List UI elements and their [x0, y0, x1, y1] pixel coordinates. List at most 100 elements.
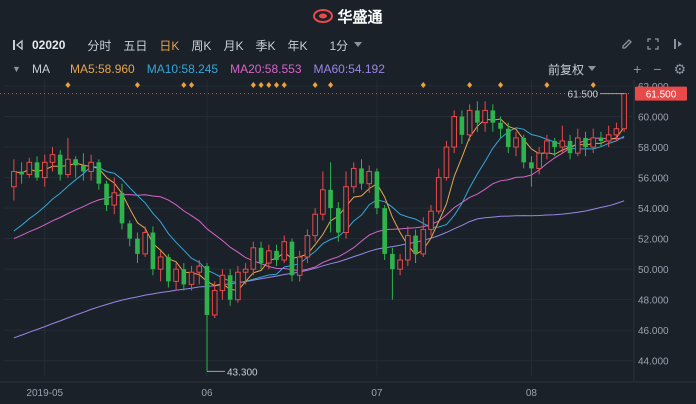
candle-body	[590, 137, 597, 148]
y-tick-label: 46.000	[638, 326, 669, 337]
app-header: 华盛通	[0, 0, 696, 32]
minus-icon[interactable]: −	[653, 61, 661, 78]
y-tick-label: 48.000	[638, 296, 669, 307]
y-tick-label: 44.000	[638, 357, 669, 368]
candle-body	[428, 210, 434, 230]
candle-body	[350, 167, 357, 188]
y-tick-label: 60.000	[638, 113, 669, 124]
candle-body	[41, 161, 48, 179]
candle-body	[235, 271, 241, 301]
candle-body	[505, 128, 511, 148]
stock-chart-window: 华盛通 02020 分时 五日 日K 周K 月K 季K 年K 1分 ▼ MA M…	[0, 0, 696, 404]
candle-body	[382, 208, 387, 254]
toolbar-right-icons	[620, 37, 686, 51]
minute-label: 1分	[329, 38, 349, 53]
split-view-icon[interactable]	[672, 37, 686, 51]
candle-body	[359, 168, 364, 184]
candle-body	[536, 152, 542, 169]
ma-indicator-bar: ▼ MA MA5:58.960 MA10:58.245 MA20:58.553 …	[0, 58, 696, 80]
candle-body	[559, 140, 566, 148]
tab-weekly-k[interactable]: 周K	[191, 37, 211, 54]
candle-body	[397, 259, 403, 270]
candle-body	[521, 137, 527, 163]
candle-body	[513, 137, 519, 148]
ma-label[interactable]: MA	[32, 62, 50, 76]
minute-dropdown[interactable]: 1分	[329, 37, 363, 54]
x-tick-label: 2019-05	[26, 388, 63, 399]
y-tick-label: 52.000	[638, 235, 669, 246]
x-tick-label: 06	[201, 388, 213, 399]
x-tick-label: 08	[526, 388, 538, 399]
candle-body	[583, 137, 588, 148]
candle-body	[150, 232, 156, 270]
low-price-label: 43.300	[227, 367, 258, 378]
candle-body	[613, 128, 620, 136]
candle-body	[320, 189, 326, 215]
candle-body	[49, 154, 56, 163]
candle-body	[343, 186, 349, 234]
candlestick-chart[interactable]: 62.00060.00058.00056.00054.00052.00050.0…	[0, 80, 696, 404]
settings-icon[interactable]: ⚙	[673, 61, 686, 78]
candle-body	[281, 241, 288, 261]
candle-body	[482, 109, 488, 124]
candle-body	[413, 235, 418, 254]
candle-body	[173, 268, 179, 282]
tab-daily-k[interactable]: 日K	[159, 37, 179, 54]
candle-body	[490, 110, 496, 123]
candle-body	[142, 232, 149, 255]
candle-body	[19, 171, 24, 175]
candle-body	[96, 162, 102, 184]
stock-symbol: 02020	[32, 38, 66, 52]
high-price-label: 61.500	[568, 90, 599, 101]
y-tick-label: 58.000	[638, 143, 669, 154]
candle-body	[166, 256, 171, 282]
candle-body	[335, 208, 341, 233]
candle-body	[111, 192, 118, 206]
candle-body	[157, 256, 164, 270]
candle-body	[544, 140, 550, 154]
plus-icon[interactable]: +	[633, 61, 641, 78]
candle-body	[459, 116, 465, 135]
collapse-sidebar-icon[interactable]	[12, 38, 26, 52]
candle-body	[104, 183, 109, 206]
adjust-dropdown[interactable]: 前复权	[548, 61, 597, 78]
candle-body	[135, 238, 140, 254]
candle-body	[366, 170, 373, 185]
candle-body	[529, 162, 534, 169]
collapse-triangle-icon[interactable]: ▼	[12, 64, 22, 74]
candle-body	[605, 134, 612, 142]
candle-body	[65, 158, 71, 176]
candle-body	[73, 159, 78, 166]
ma20-value: MA20:58.553	[230, 62, 302, 76]
candle-body	[435, 177, 442, 212]
zoom-tools: + − ⚙	[633, 61, 686, 78]
tab-five-day[interactable]: 五日	[123, 37, 147, 54]
ma10-value: MA10:58.245	[146, 62, 219, 76]
tab-quarterly-k[interactable]: 季K	[255, 37, 275, 54]
candle-body	[258, 247, 264, 264]
candle-body	[420, 228, 427, 255]
x-tick-label: 07	[371, 388, 383, 399]
candle-body	[574, 137, 581, 154]
chart-toolbar: 02020 分时 五日 日K 周K 月K 季K 年K 1分	[0, 32, 696, 58]
candle-body	[390, 253, 395, 270]
candle-body	[475, 110, 480, 123]
candle-body	[621, 93, 627, 130]
ma60-value: MA60:54.192	[313, 62, 385, 76]
tab-monthly-k[interactable]: 月K	[223, 37, 243, 54]
candle-body	[405, 235, 411, 261]
candle-body	[498, 122, 503, 129]
tab-intraday[interactable]: 分时	[87, 37, 111, 54]
pencil-icon[interactable]	[620, 37, 634, 51]
adjust-label: 前复权	[548, 62, 585, 77]
candle-body	[188, 271, 195, 285]
fullscreen-icon[interactable]	[646, 37, 660, 51]
tab-yearly-k[interactable]: 年K	[287, 37, 307, 54]
candle-body	[289, 241, 295, 276]
candle-body	[274, 250, 279, 260]
brand-logo-icon	[313, 9, 334, 23]
candle-body	[219, 274, 226, 292]
candle-body	[88, 161, 94, 172]
candle-body	[127, 223, 133, 239]
brand-name: 华盛通	[337, 8, 383, 26]
